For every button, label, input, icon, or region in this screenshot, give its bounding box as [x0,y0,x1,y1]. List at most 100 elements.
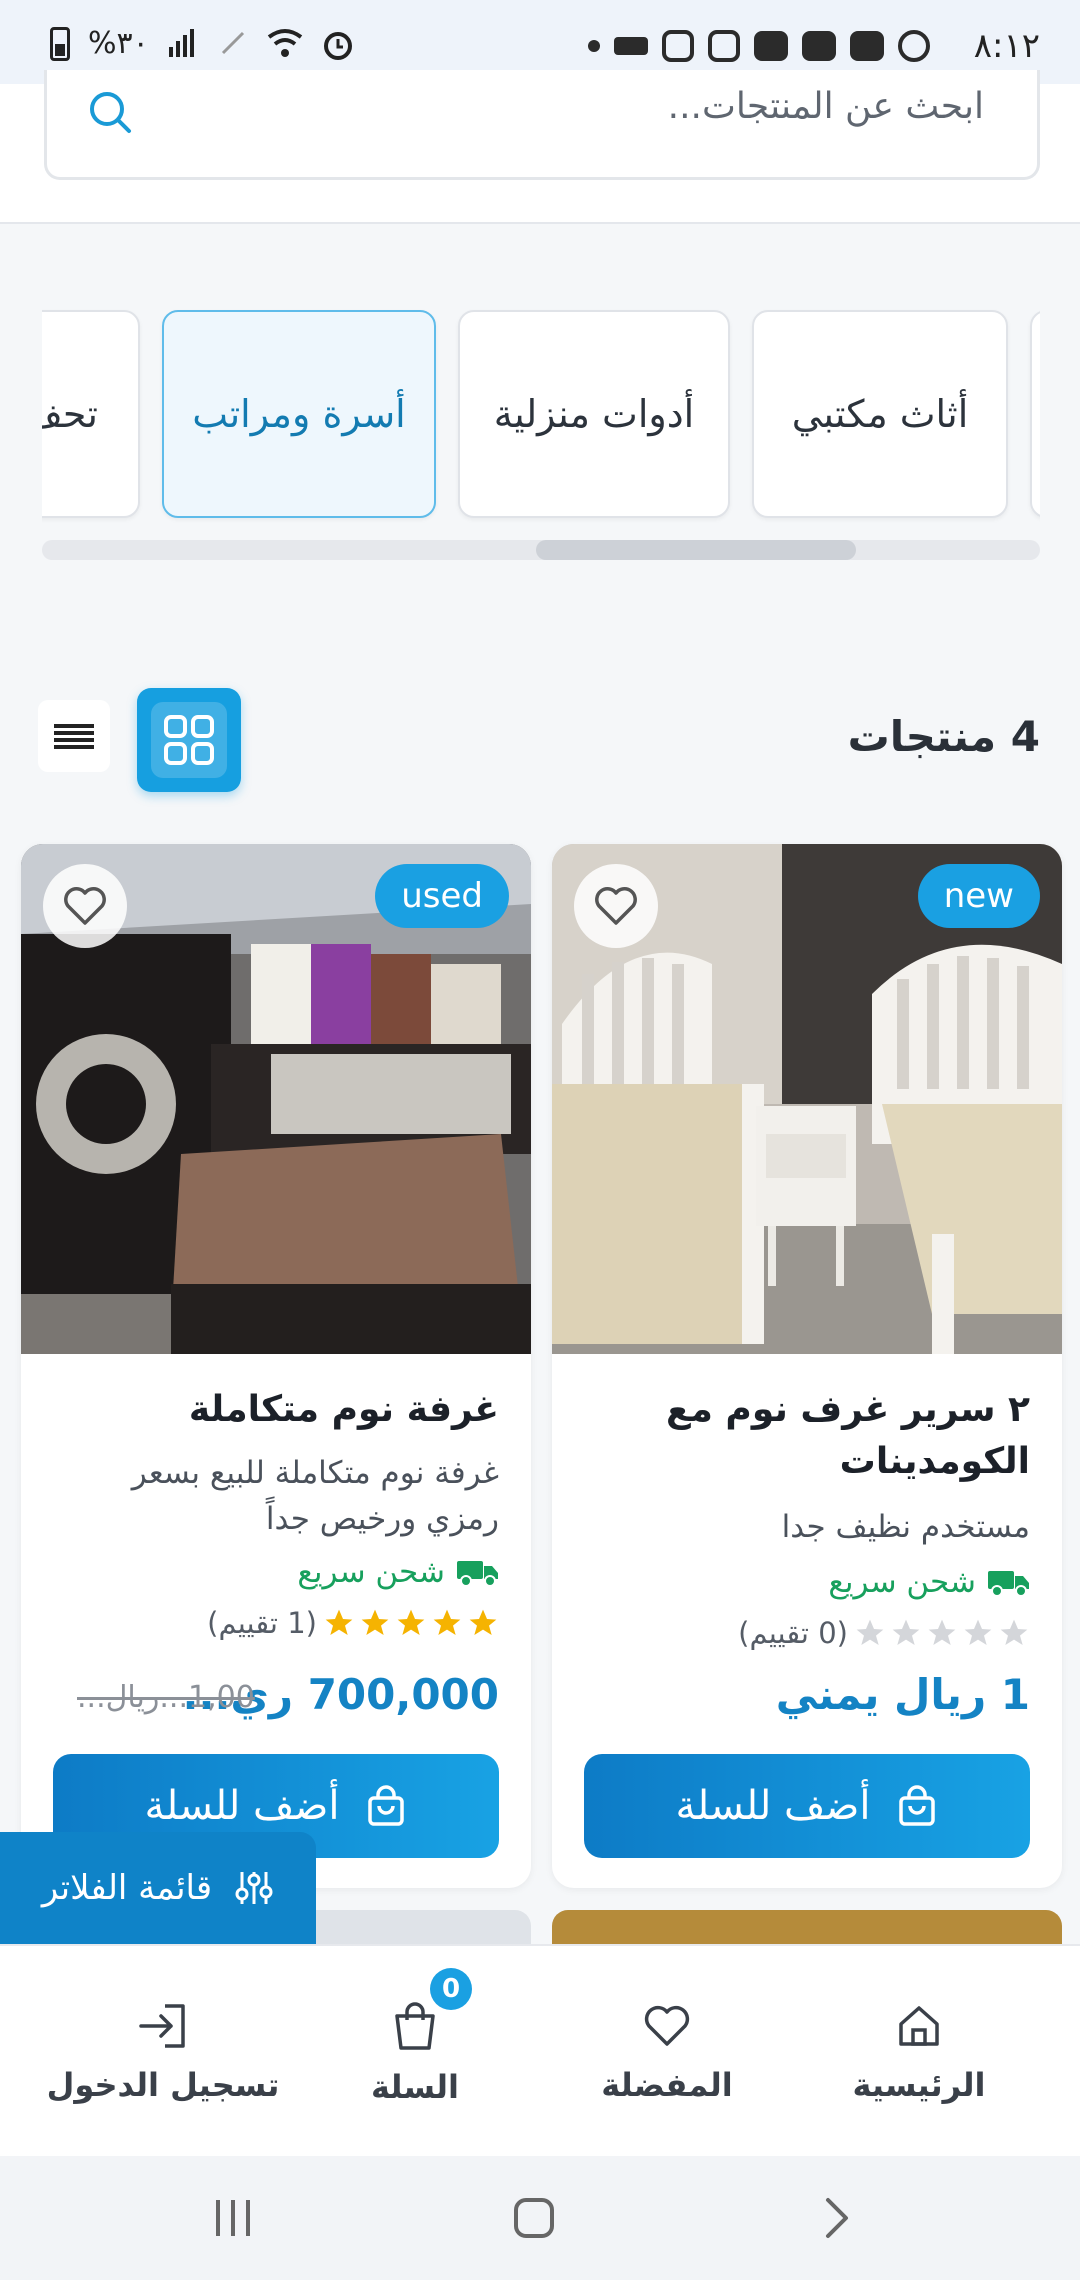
star-filled-icon [433,1609,461,1635]
category-label: أثاث مكتبي [791,392,969,436]
shipping-label: شحن سريع [828,1564,976,1600]
product-image[interactable]: used [21,844,531,1354]
nav-cart-label: السلة [370,2068,459,2106]
truck-icon [457,1561,498,1587]
home-button-icon[interactable] [512,2196,556,2240]
star-empty-icon [892,1619,920,1645]
shipping-label: شحن سريع [297,1554,445,1590]
youtube-icon [802,31,836,61]
youtube-icon [754,31,788,61]
nav-home-label: الرئيسية [852,2066,986,2104]
alarm-icon [323,31,352,60]
rating-count: (1 تقييم) [207,1606,317,1640]
star-filled-icon [361,1609,389,1635]
add-to-cart-label: أضف للسلة [144,1783,340,1829]
category-office-furniture[interactable]: أثاث مكتبي [752,310,1008,518]
list-icon [54,724,94,749]
login-icon [139,2004,185,2048]
nav-login-label: تسجيل الدخول [46,2066,280,2104]
product-rating: (1 تقييم) [207,1606,499,1640]
star-empty-icon [928,1619,956,1645]
signal-off-icon [221,31,244,54]
heart-icon [644,2005,690,2046]
nav-home[interactable]: الرئيسية [784,1946,1054,2158]
battery-icon [50,26,70,61]
nav-favorites-label: المفضلة [601,2066,733,2104]
favorite-button[interactable] [43,864,127,948]
product-card[interactable]: new ٢ سرير غرف نوم مع الكومدينات مستخدم … [552,844,1062,1888]
nav-login[interactable]: تسجيل الدخول [28,1946,298,2158]
youtube-icon [850,31,884,61]
heart-icon [595,887,637,925]
category-beds-mattresses[interactable]: أسرة ومراتب [162,310,436,518]
star-empty-icon [964,1619,992,1645]
shopping-bag-icon [367,1785,404,1826]
product-description: غرفة نوم متكاملة للبيع بسعر رمزي ورخيص ج… [131,1455,499,1537]
search-icon[interactable] [86,88,134,136]
product-title[interactable]: ٢ سرير غرف نوم مع الكومدينات [580,1384,1030,1488]
back-chevron-icon[interactable] [820,2196,854,2240]
category-antiques[interactable]: تحف [42,310,140,518]
add-to-cart-button[interactable]: أضف للسلة [584,1754,1030,1858]
rating-stars [854,1617,1030,1649]
product-price: 1 ريال يمني [775,1670,1030,1719]
product-rating: (0 تقييم) [738,1616,1030,1650]
rating-count: (0 تقييم) [738,1616,848,1650]
favorite-button[interactable] [574,864,658,948]
product-image[interactable]: new [552,844,1062,1354]
shopping-bag-icon [395,2002,435,2050]
rating-stars [323,1607,499,1639]
condition-badge: new [917,864,1040,928]
star-empty-icon [1000,1619,1028,1645]
star-filled-icon [397,1609,425,1635]
shopping-bag-icon [898,1785,935,1826]
grid-view-button[interactable] [137,688,241,792]
sliders-icon [235,1872,273,1904]
list-view-button[interactable] [38,700,110,772]
notification-icons [588,30,930,62]
system-icons: %٣٠ [50,26,355,61]
signal-icon [168,28,194,57]
product-old-price: 1,00...ريال... [77,1680,255,1715]
category-card-partial[interactable] [1030,310,1040,518]
more-dot-icon [588,40,600,52]
filters-label: قائمة الفلاتر [41,1868,213,1908]
category-label: أدوات منزلية [493,392,695,436]
recent-apps-icon[interactable] [212,2196,254,2240]
instagram-icon [708,30,740,62]
products-count: 4 منتجات [847,712,1040,761]
status-time: ٨:١٢ [973,26,1040,66]
product-title[interactable]: غرفة نوم متكاملة [49,1384,499,1436]
truck-icon [988,1571,1029,1597]
system-navigation-bar [0,2156,1080,2280]
nav-favorites[interactable]: المفضلة [532,1946,802,2158]
shipping-info: شحن سريع [297,1554,499,1590]
home-icon [899,2006,939,2046]
star-filled-icon [469,1609,497,1635]
grid-icon [151,702,227,778]
product-card[interactable]: used غرفة نوم متكاملة غرفة نوم متكاملة ل… [21,844,531,1888]
category-label: تحف [42,392,98,436]
category-label: أسرة ومراتب [192,392,406,436]
star-empty-icon [856,1619,884,1645]
condition-badge: used [375,864,509,928]
bottom-navigation: الرئيسية المفضلة السلة 0 تسجيل الدخول [0,1944,1080,2156]
cart-count-badge: 0 [430,1968,472,2010]
filters-button[interactable]: قائمة الفلاتر [0,1832,316,1944]
battery-percent: %٣٠ [88,26,149,61]
product-card-partial[interactable] [552,1910,1062,1946]
wifi-icon [267,28,302,57]
category-home-tools[interactable]: أدوات منزلية [458,310,730,518]
shipping-info: شحن سريع [828,1564,1030,1600]
category-strip[interactable]: أثاث مكتبي أدوات منزلية أسرة ومراتب تحف [42,300,1040,530]
truck-icon [614,37,648,55]
search-placeholder: ابحث عن المنتجات... [667,86,984,127]
instagram-icon [662,30,694,62]
star-filled-icon [325,1609,353,1635]
product-description: مستخدم نظيف جدا [781,1509,1030,1545]
heart-icon [64,887,106,925]
nav-cart[interactable]: السلة 0 [280,1946,550,2158]
category-scrollbar-thumb[interactable] [536,540,856,560]
add-to-cart-label: أضف للسلة [675,1783,871,1829]
whatsapp-icon [898,30,930,62]
